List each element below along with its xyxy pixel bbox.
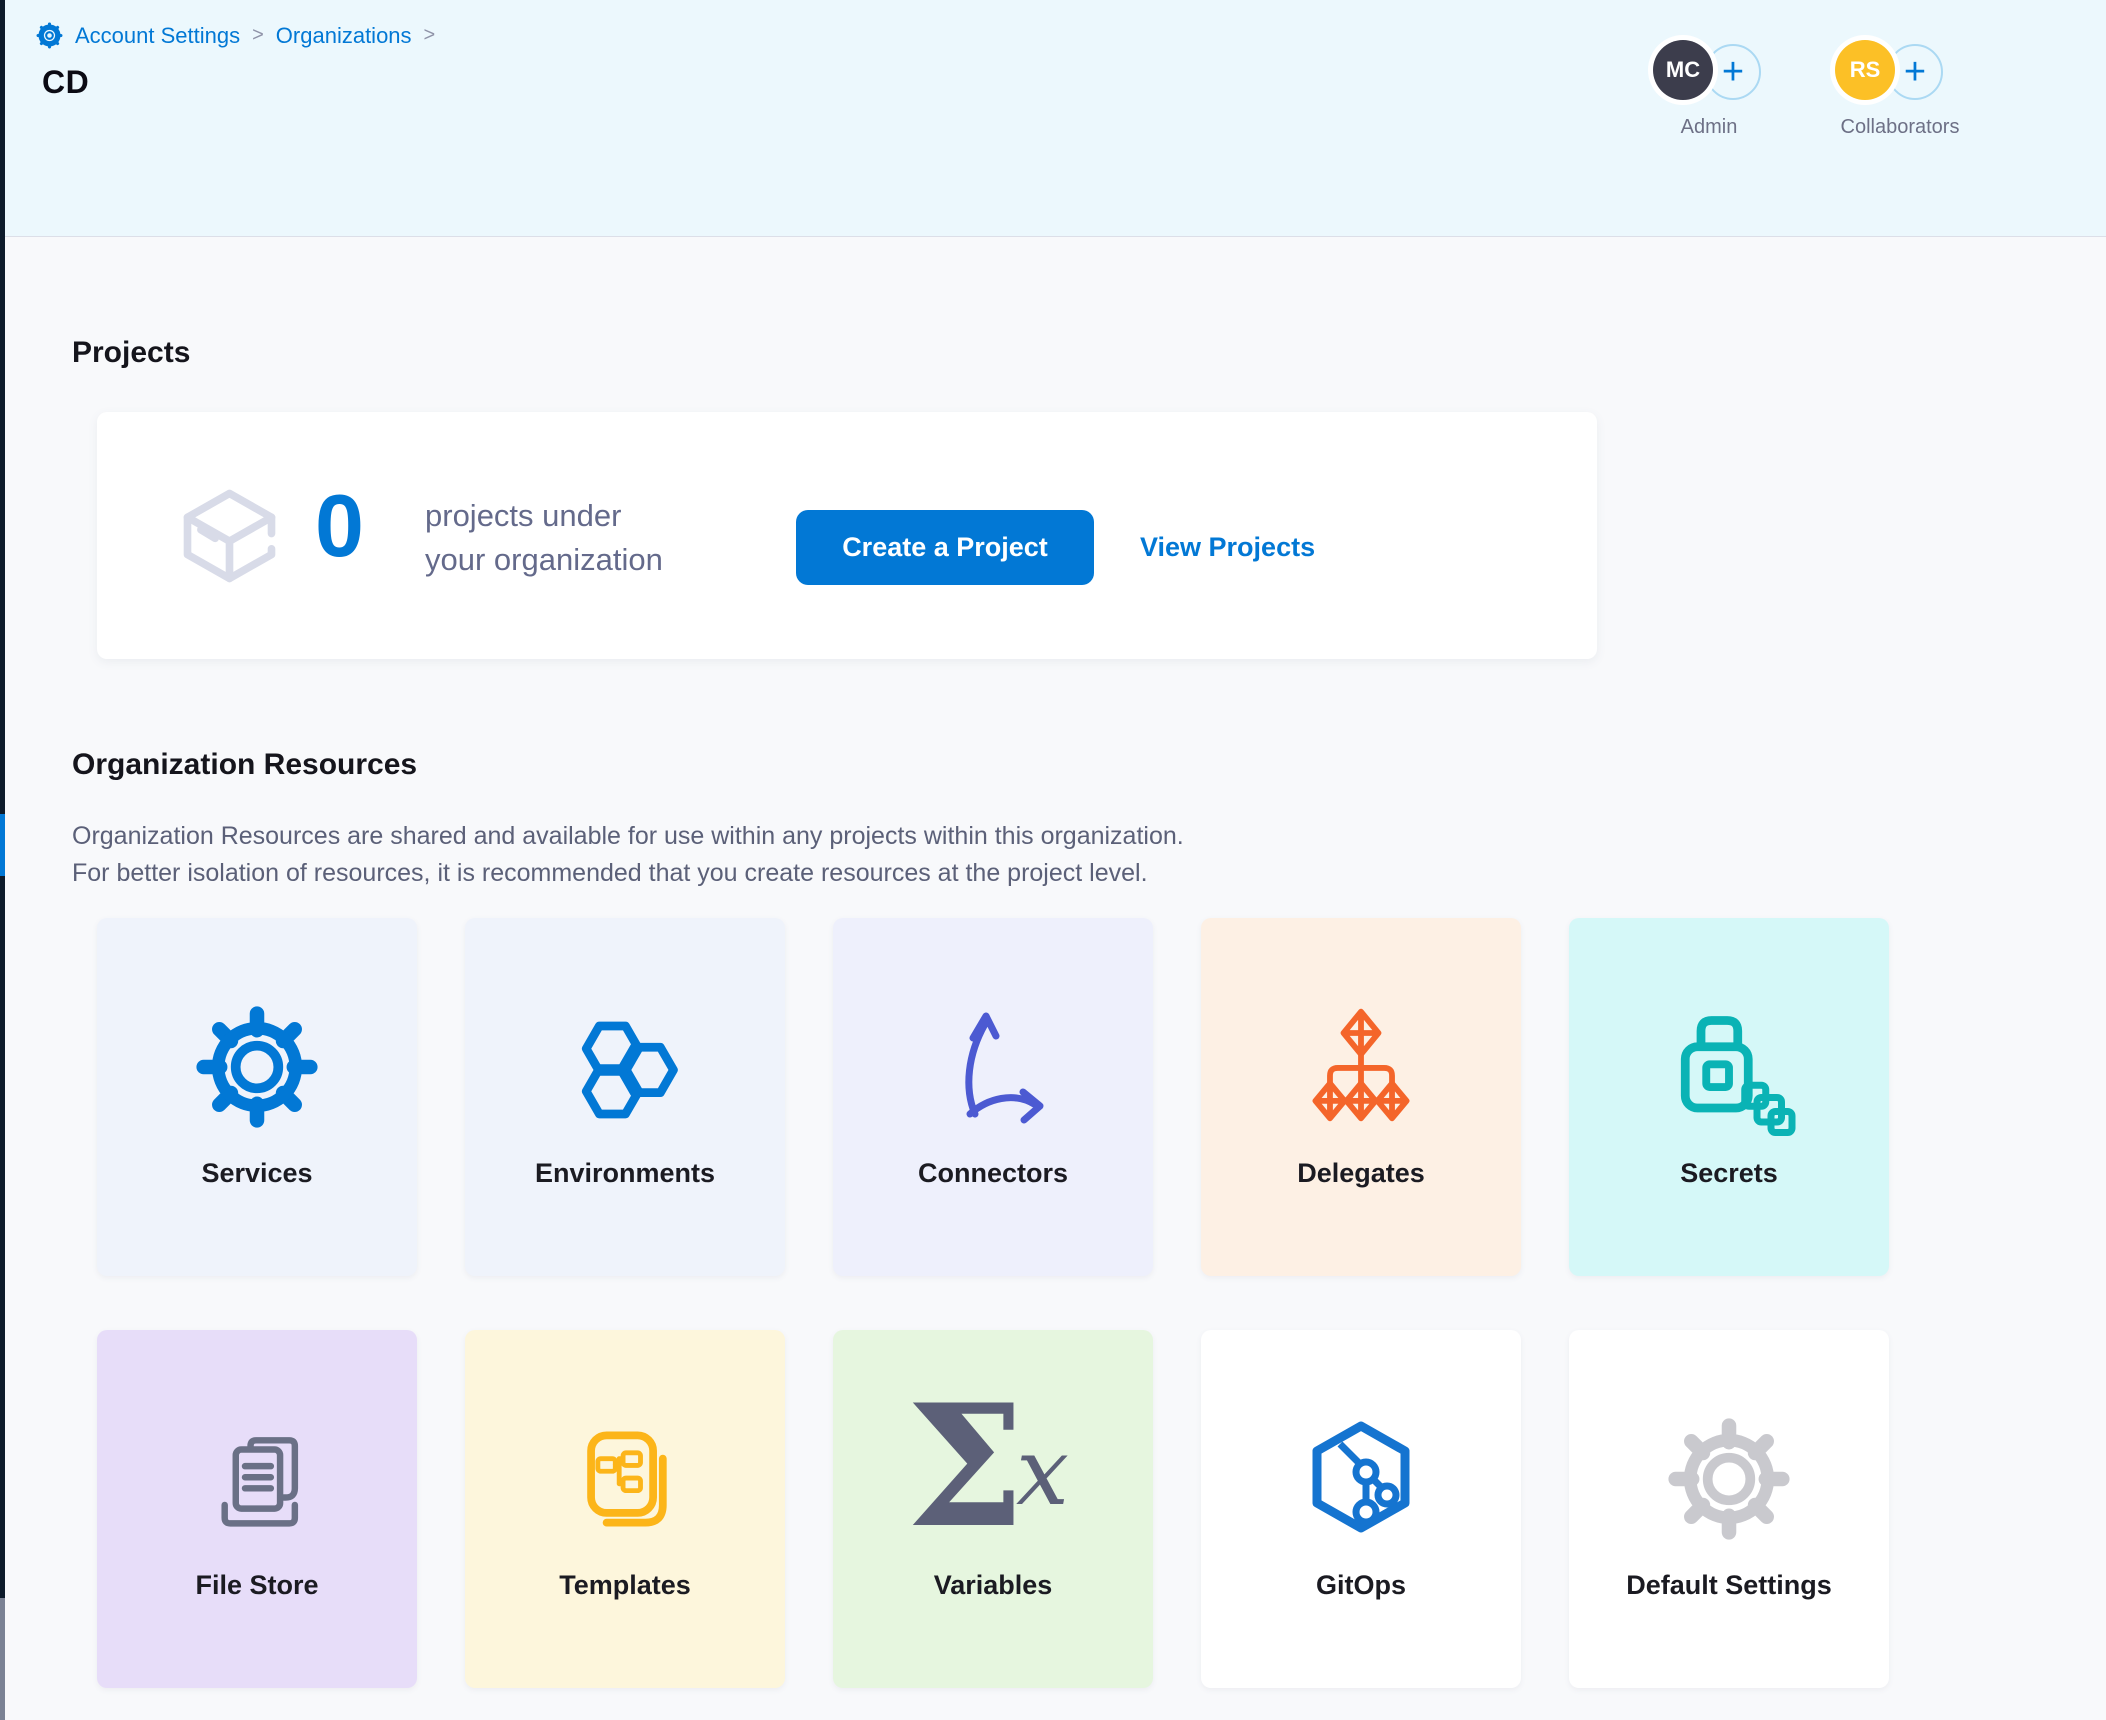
collaborators-label: Collaborators [1835,116,1965,139]
collaborator-avatar[interactable]: RS [1835,40,1895,100]
card-secrets[interactable]: Secrets [1569,918,1889,1276]
settings-gear-icon [36,22,63,49]
card-templates[interactable]: Templates [465,1330,785,1688]
breadcrumb-separator: > [424,24,436,47]
add-admin-button[interactable]: + [1705,44,1761,100]
admin-avatar[interactable]: MC [1653,40,1713,100]
admin-label: Admin [1653,116,1765,139]
card-default-settings[interactable]: Default Settings [1569,1330,1889,1688]
gear-icon [194,1004,320,1130]
organization-resources-heading: Organization Resources [72,748,417,782]
breadcrumb: Account Settings > Organizations > [36,22,435,49]
card-label: Delegates [1201,1158,1521,1189]
view-projects-link[interactable]: View Projects [1140,532,1315,563]
projects-heading: Projects [72,336,190,370]
card-label: Connectors [833,1158,1153,1189]
card-variables[interactable]: Σ x Variables [833,1330,1153,1688]
card-gitops[interactable]: GitOps [1201,1330,1521,1688]
sigma-icon: Σ x [898,1378,1088,1563]
lock-chain-icon [1659,996,1799,1136]
nav-active-indicator[interactable] [0,814,5,876]
breadcrumb-separator: > [252,24,264,47]
breadcrumb-organizations[interactable]: Organizations [276,23,412,49]
left-nav-rail [0,0,5,1720]
project-count-caption: projects under your organization [425,494,663,582]
card-label: GitOps [1201,1570,1521,1601]
projects-summary-card: 0 projects under your organization Creat… [97,412,1597,659]
card-label: Environments [465,1158,785,1189]
card-label: Secrets [1569,1158,1889,1189]
collaborators-avatar-group: + RS Collaborators [1835,40,1965,140]
scrollbar-thumb[interactable] [0,1598,5,1720]
resources-grid: Services Environments Connectors [97,918,1889,1688]
templates-icon [562,1416,688,1542]
card-file-store[interactable]: File Store [97,1330,417,1688]
card-label: Services [97,1158,417,1189]
card-label: File Store [97,1570,417,1601]
card-label: Templates [465,1570,785,1601]
create-project-button[interactable]: Create a Project [796,510,1094,585]
page-title: CD [42,64,89,101]
arrows-icon [928,996,1058,1126]
organization-resources-description: Organization Resources are shared and av… [72,818,1184,892]
breadcrumb-account-settings[interactable]: Account Settings [75,23,240,49]
card-delegates[interactable]: Delegates [1201,918,1521,1276]
file-store-icon [197,1420,317,1540]
card-label: Variables [833,1570,1153,1601]
card-label: Default Settings [1569,1570,1889,1601]
project-cube-icon [177,482,282,587]
add-collaborator-button[interactable]: + [1887,44,1943,100]
card-services[interactable]: Services [97,918,417,1276]
admin-avatar-group: + MC Admin [1653,40,1765,140]
delegates-icon [1298,1002,1424,1128]
gear-icon [1666,1416,1792,1542]
card-environments[interactable]: Environments [465,918,785,1276]
card-connectors[interactable]: Connectors [833,918,1153,1276]
gitops-icon [1296,1412,1426,1542]
project-count: 0 [315,482,364,570]
page-header: Account Settings > Organizations > CD + … [5,0,2106,237]
hexagons-icon [562,1006,688,1132]
